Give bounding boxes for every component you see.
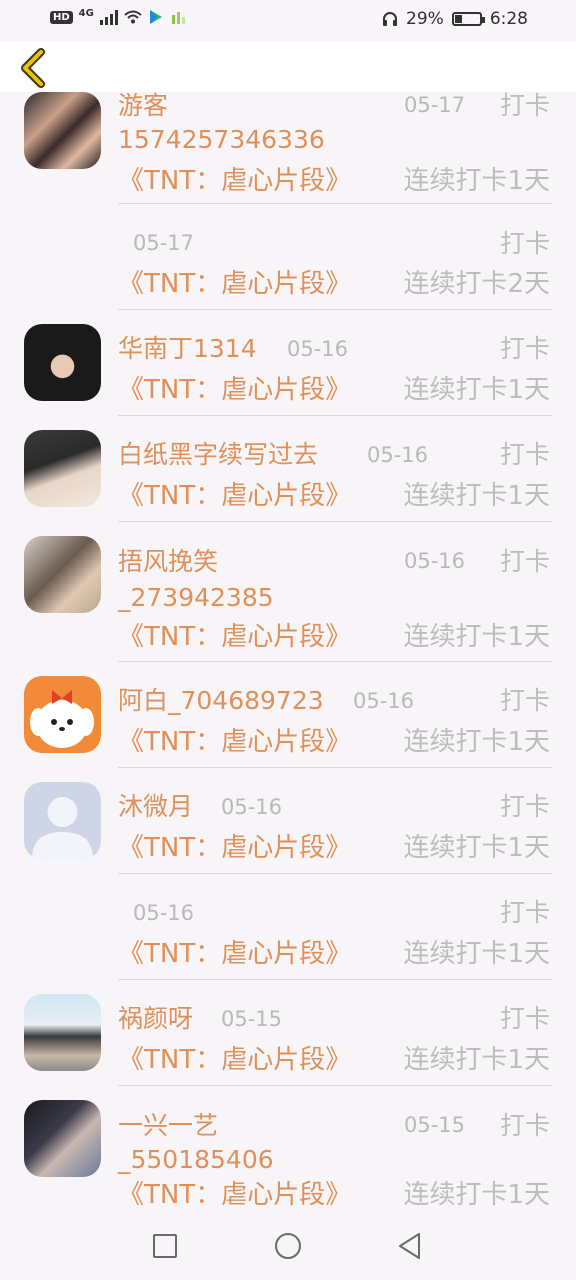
user-name: 一兴一艺 (118, 1111, 219, 1140)
list-item[interactable]: 华南丁1314 05-16 打卡 《TNT：虐心片段》 连续打卡1天 (0, 310, 576, 416)
avatar[interactable] (24, 676, 101, 753)
avatar[interactable] (24, 994, 101, 1071)
date: 05-17 (133, 231, 195, 255)
list-item[interactable]: 阿白_704689723 05-16 打卡 《TNT：虐心片段》 连续打卡1天 (0, 662, 576, 768)
streak-text: 连续打卡1天 (403, 1180, 550, 1210)
wifi-icon (124, 10, 142, 24)
app-header (0, 42, 576, 92)
user-name: 华南丁1314 (118, 334, 257, 363)
recent-apps-button[interactable] (149, 1230, 181, 1262)
checkin-list: 游客 1574257346336 05-17 打卡 《TNT：虐心片段》 连续打… (0, 92, 576, 1212)
course-title[interactable]: 《TNT：虐心片段》 (118, 164, 351, 198)
date: 05-15 (404, 1113, 466, 1137)
user-name-line2: _273942385 (118, 583, 274, 612)
date: 05-16 (353, 689, 415, 713)
streak-text: 连续打卡2天 (403, 269, 550, 299)
course-title[interactable]: 《TNT：虐心片段》 (118, 937, 351, 971)
list-item[interactable]: 05-17 打卡 《TNT：虐心片段》 连续打卡2天 (0, 204, 576, 310)
avatar[interactable] (24, 1100, 101, 1177)
course-title[interactable]: 《TNT：虐心片段》 (118, 725, 351, 759)
play-store-icon (149, 10, 162, 24)
action-label: 打卡 (499, 686, 550, 715)
course-title[interactable]: 《TNT：虐心片段》 (118, 620, 351, 654)
action-label: 打卡 (499, 92, 550, 120)
default-user-icon (32, 797, 93, 859)
triangle-back-icon (399, 1233, 420, 1259)
course-title[interactable]: 《TNT：虐心片段》 (118, 373, 351, 407)
action-label: 打卡 (499, 440, 550, 469)
user-name: 捂风挽笑 (118, 547, 219, 576)
streak-text: 连续打卡1天 (403, 622, 550, 652)
date: 05-16 (404, 549, 466, 573)
streak-text: 连续打卡1天 (403, 375, 550, 405)
user-name-line2: 1574257346336 (118, 125, 325, 154)
system-back-button[interactable] (394, 1230, 426, 1262)
date: 05-17 (404, 93, 466, 117)
list-item[interactable]: 游客 1574257346336 05-17 打卡 《TNT：虐心片段》 连续打… (0, 92, 576, 204)
back-button[interactable] (12, 48, 52, 88)
course-title[interactable]: 《TNT：虐心片段》 (118, 1043, 351, 1077)
course-title[interactable]: 《TNT：虐心片段》 (118, 267, 351, 301)
home-button[interactable] (272, 1230, 304, 1262)
chevron-left-icon (21, 48, 45, 88)
avatar[interactable] (24, 324, 101, 401)
action-label: 打卡 (499, 898, 550, 927)
battery-percent: 29% (406, 9, 444, 29)
avatar[interactable] (24, 536, 101, 613)
clock: 6:28 (489, 9, 528, 29)
action-label: 打卡 (499, 547, 550, 576)
headphones-icon (383, 12, 398, 26)
streak-text: 连续打卡1天 (403, 833, 550, 863)
hd-badge: HD (50, 10, 73, 24)
list-item[interactable]: 祸颜呀 05-15 打卡 《TNT：虐心片段》 连续打卡1天 (0, 980, 576, 1086)
date: 05-16 (367, 443, 429, 467)
action-label: 打卡 (499, 229, 550, 258)
list-item[interactable]: 捂风挽笑 _273942385 05-16 打卡 《TNT：虐心片段》 连续打卡… (0, 522, 576, 662)
course-title[interactable]: 《TNT：虐心片段》 (118, 1178, 351, 1212)
system-nav-bar (0, 1212, 576, 1280)
avatar[interactable] (24, 430, 101, 507)
action-label: 打卡 (499, 1004, 550, 1033)
avatar[interactable] (24, 782, 101, 859)
list-item[interactable]: 白纸黑字续写过去 05-16 打卡 《TNT：虐心片段》 连续打卡1天 (0, 416, 576, 522)
streak-text: 连续打卡1天 (403, 166, 550, 196)
user-name: 阿白_704689723 (118, 686, 324, 715)
date: 05-16 (133, 901, 195, 925)
action-label: 打卡 (499, 792, 550, 821)
signal-icon (99, 9, 118, 25)
streak-text: 连续打卡1天 (403, 939, 550, 969)
dog-avatar-icon (30, 690, 94, 748)
streak-text: 连续打卡1天 (403, 481, 550, 511)
user-name: 祸颜呀 (118, 1004, 194, 1033)
date: 05-15 (221, 1007, 283, 1031)
list-item[interactable]: 一兴一艺 _550185406 05-15 打卡 《TNT：虐心片段》 连续打卡… (0, 1086, 576, 1212)
action-label: 打卡 (499, 1111, 550, 1140)
course-title[interactable]: 《TNT：虐心片段》 (118, 479, 351, 513)
course-title[interactable]: 《TNT：虐心片段》 (118, 831, 351, 865)
app-notification-icon (171, 12, 185, 24)
list-item[interactable]: 05-16 打卡 《TNT：虐心片段》 连续打卡1天 (0, 874, 576, 980)
status-left: HD 4G (50, 7, 186, 25)
date: 05-16 (287, 337, 349, 361)
battery-icon (451, 12, 485, 26)
circle-icon (275, 1233, 301, 1259)
square-icon (153, 1234, 177, 1258)
status-right: 29% 6:28 (382, 9, 528, 29)
action-label: 打卡 (499, 334, 550, 363)
user-name-line2: _550185406 (118, 1145, 274, 1174)
list-item[interactable]: 沐微月 05-16 打卡 《TNT：虐心片段》 连续打卡1天 (0, 768, 576, 874)
user-name: 白纸黑字续写过去 (118, 440, 319, 469)
date: 05-16 (221, 795, 283, 819)
network-type: 4G (78, 7, 94, 19)
status-bar: HD 4G 29% 6:28 (0, 0, 576, 42)
streak-text: 连续打卡1天 (403, 1045, 550, 1075)
user-name: 沐微月 (118, 792, 194, 821)
user-name: 游客 (118, 92, 169, 120)
avatar[interactable] (24, 92, 101, 169)
streak-text: 连续打卡1天 (403, 727, 550, 757)
